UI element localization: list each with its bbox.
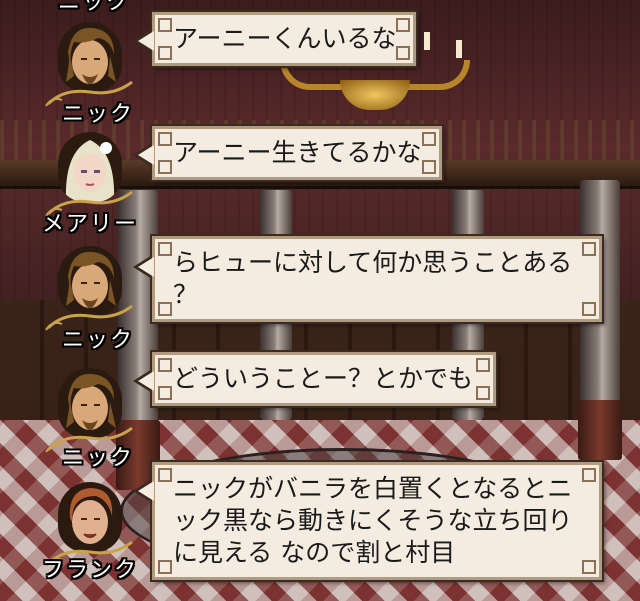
speaker-name: ニック: [61, 102, 134, 127]
speaker-name-partial: ニック: [57, 0, 130, 15]
speech-bubble: らヒューに対して何か思うことある ？: [133, 236, 602, 322]
speech-bubble: アーニー生きてるかな: [133, 126, 442, 180]
message-text: どういうことー？とかでも: [173, 364, 474, 393]
message-text: アーニー生きてるかな: [173, 138, 422, 167]
pillar-base: [578, 400, 622, 460]
speaker-name: ニック: [61, 328, 134, 353]
speech-bubble: ニックがバニラを白置くとなるとニ ック黒なら動きにくそうな立ち回り に見える な…: [133, 462, 602, 580]
speaker-name: ニック: [61, 446, 134, 471]
speaker-name: フランク: [41, 558, 138, 583]
message-text: ニックがバニラを白置くとなるとニ ック黒なら動きにくそうな立ち回り に見える な…: [173, 474, 573, 567]
speech-bubble: どういうことー？とかでも: [133, 352, 496, 406]
speech-bubble: アーニーくんいるな: [133, 12, 416, 66]
message-text: らヒューに対して何か思うことある ？: [173, 248, 573, 309]
speaker-name: メアリー: [41, 212, 138, 237]
message-text: アーニーくんいるな: [173, 24, 397, 53]
